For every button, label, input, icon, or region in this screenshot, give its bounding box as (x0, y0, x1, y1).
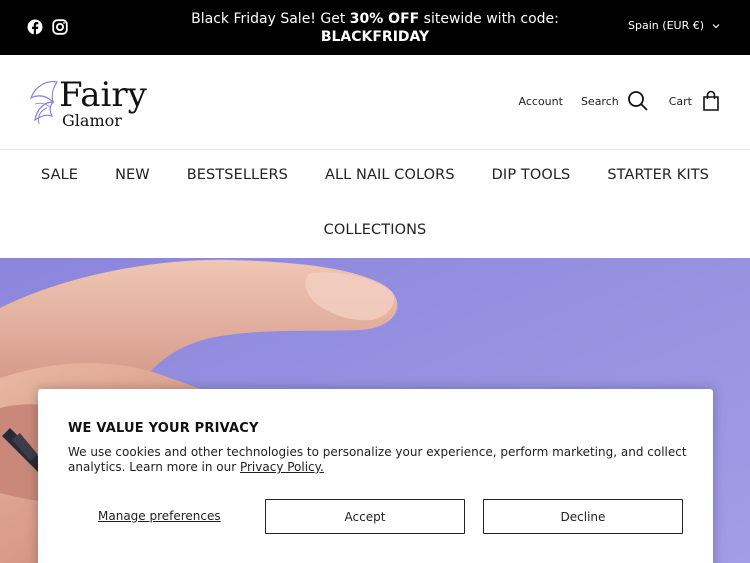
site-header: Fairy Glamor Account Search Cart (0, 55, 750, 150)
logo-word-glamor: Glamor (62, 111, 122, 130)
nav-item-sale[interactable]: SALE (41, 167, 78, 183)
cart-button[interactable]: Cart (669, 90, 722, 112)
nav-row: SALE NEW BESTSELLERS ALL NAIL COLORS DIP… (0, 167, 750, 183)
nav-row-2: COLLECTIONS (0, 221, 750, 239)
announcement-discount: 30% OFF (349, 11, 420, 27)
nav-item-new[interactable]: NEW (115, 167, 150, 183)
cart-label: Cart (668, 94, 692, 108)
manage-preferences-link[interactable]: Manage preferences (98, 509, 221, 523)
cookie-consent-banner: WE VALUE YOUR PRIVACY We use cookies and… (38, 389, 713, 563)
nav-item-all-nail-colors[interactable]: ALL NAIL COLORS (325, 167, 455, 183)
shopping-bag-icon (703, 90, 719, 111)
header-actions: Account Search Cart (519, 90, 722, 112)
decline-button[interactable]: Decline (483, 499, 683, 534)
search-icon (627, 91, 648, 111)
instagram-icon[interactable] (52, 19, 68, 35)
account-link[interactable]: Account (519, 95, 563, 108)
nav-item-bestsellers[interactable]: BESTSELLERS (187, 167, 288, 183)
nav-item-collections[interactable]: COLLECTIONS (324, 222, 427, 238)
account-label: Account (518, 94, 563, 108)
social-links (27, 19, 68, 35)
search-label: Search (580, 94, 619, 108)
cookie-text: We use cookies and other technologies to… (68, 445, 687, 474)
main-navigation: SALE NEW BESTSELLERS ALL NAIL COLORS DIP… (0, 150, 750, 258)
accept-button[interactable]: Accept (265, 499, 465, 534)
discount-code: BLACKFRIDAY (320, 29, 430, 45)
logo[interactable]: Fairy Glamor (27, 74, 152, 132)
facebook-icon[interactable] (27, 19, 43, 35)
cookie-description: We use cookies and other technologies to… (68, 445, 688, 475)
announcement-text-after: sitewide with code: (419, 11, 559, 27)
cookie-title: WE VALUE YOUR PRIVACY (68, 421, 259, 436)
announcement-text-before: Black Friday Sale! Get (191, 11, 350, 27)
search-button[interactable]: Search (581, 90, 649, 112)
announcement-text: Black Friday Sale! Get 30% OFF sitewide … (190, 10, 560, 46)
locale-label: Spain (EUR €) (628, 19, 704, 32)
privacy-policy-link[interactable]: Privacy Policy. (240, 460, 324, 474)
nav-item-dip-tools[interactable]: DIP TOOLS (492, 167, 571, 183)
nav-item-starter-kits[interactable]: STARTER KITS (607, 167, 709, 183)
logo-word-fairy: Fairy (59, 75, 147, 115)
chevron-down-icon (712, 23, 720, 28)
announcement-bar: Black Friday Sale! Get 30% OFF sitewide … (0, 0, 750, 55)
locale-selector[interactable]: Spain (EUR €) (628, 19, 720, 32)
